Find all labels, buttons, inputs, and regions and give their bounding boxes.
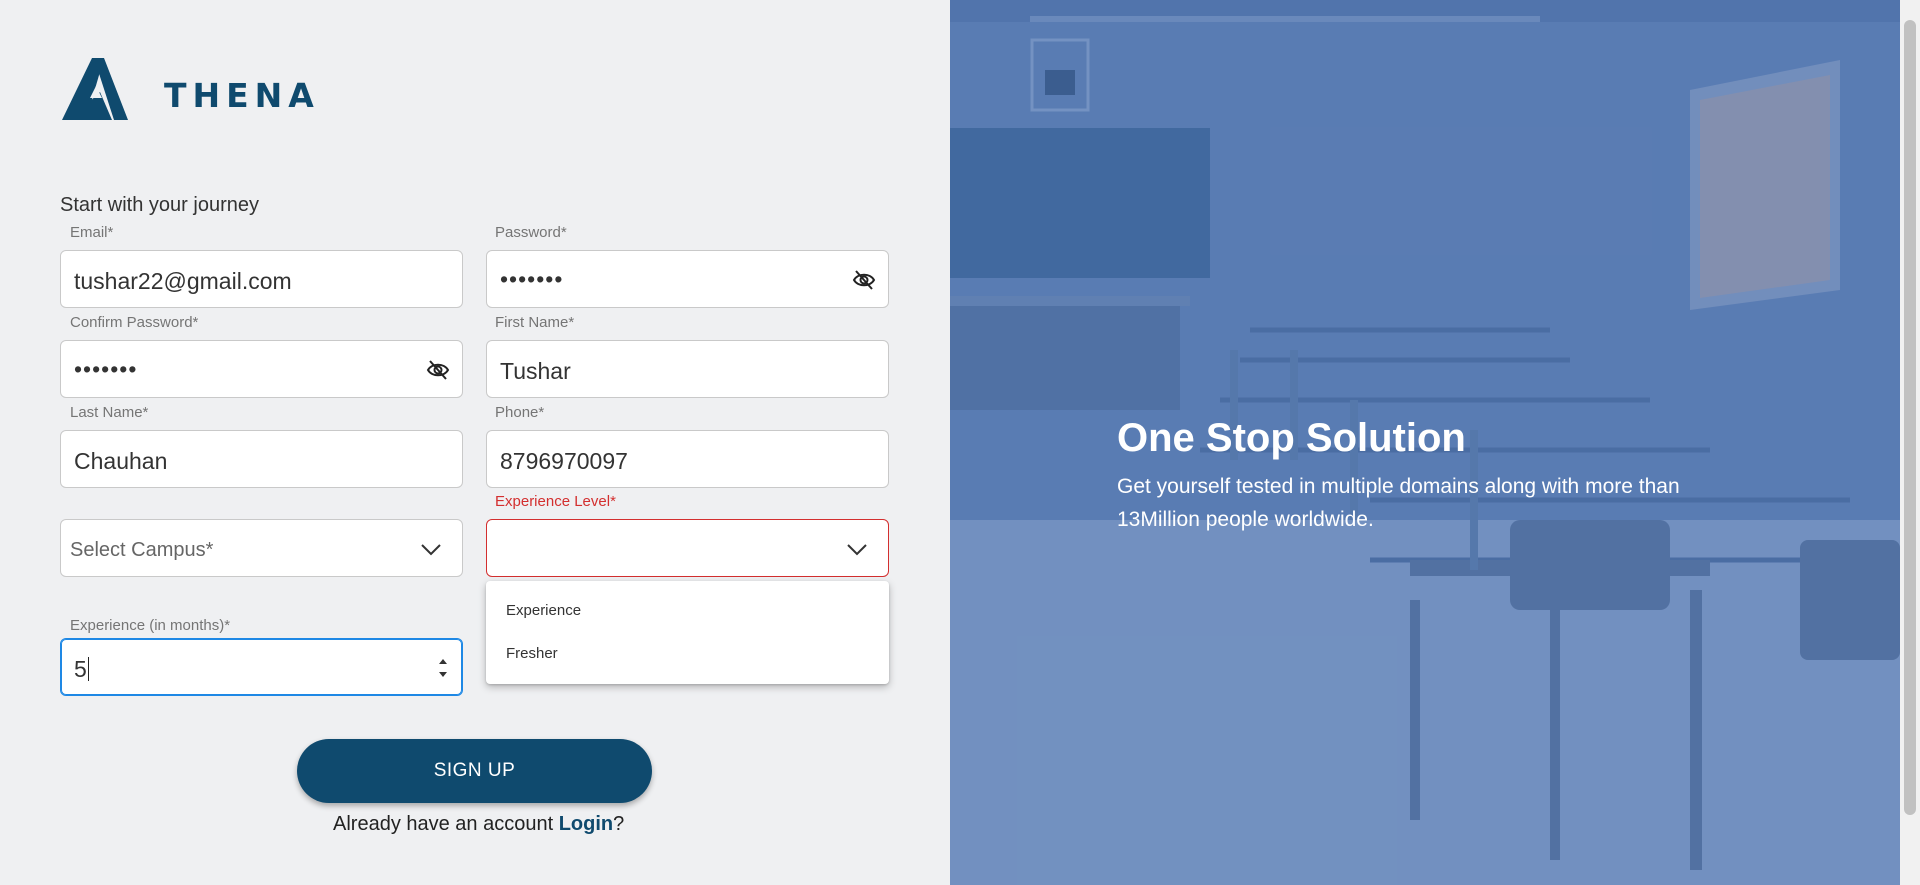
chevron-down-icon — [847, 544, 867, 556]
phone-value: 8796970097 — [500, 448, 628, 474]
phone-field[interactable]: 8796970097 — [486, 430, 889, 488]
experience-months-label: Experience (in months)* — [70, 617, 231, 634]
password-label: Password* — [495, 224, 567, 241]
email-value: tushar22@gmail.com — [74, 268, 292, 294]
hero-subtitle: Get yourself tested in multiple domains … — [1117, 475, 1680, 531]
menu-item-fresher[interactable]: Fresher — [506, 645, 558, 662]
page-scrollbar[interactable] — [1900, 0, 1920, 885]
eye-off-icon[interactable] — [852, 269, 876, 291]
last-name-value: Chauhan — [74, 448, 168, 474]
signup-panel: THENA Start with your journey Email* tus… — [0, 0, 950, 885]
first-name-value: Tushar — [500, 358, 571, 384]
last-name-field[interactable]: Chauhan — [60, 430, 463, 488]
campus-select[interactable]: Select Campus* — [60, 519, 463, 577]
logo-text: THENA — [164, 76, 320, 115]
eye-off-icon[interactable] — [426, 359, 450, 381]
hero-panel: One Stop Solution Get yourself tested in… — [950, 0, 1900, 885]
login-link[interactable]: Login — [559, 813, 613, 835]
password-value: ••••••• — [500, 266, 564, 292]
athena-logo-icon — [62, 58, 128, 120]
login-prompt-text: Already have an account — [333, 813, 559, 835]
confirm-password-field[interactable]: ••••••• — [60, 340, 463, 398]
confirm-password-value: ••••••• — [74, 356, 138, 382]
experience-level-select[interactable] — [486, 519, 889, 577]
chevron-down-icon — [421, 544, 441, 556]
experience-level-menu: Experience Fresher — [486, 581, 889, 684]
experience-months-input[interactable]: 5 — [60, 638, 463, 696]
athena-logo: THENA — [60, 58, 314, 122]
password-field[interactable]: ••••••• — [486, 250, 889, 308]
login-prompt: Already have an account Login? — [333, 813, 624, 836]
number-spinner-icon[interactable] — [438, 653, 448, 683]
confirm-password-label: Confirm Password* — [70, 314, 199, 331]
campus-placeholder: Select Campus* — [70, 539, 214, 561]
email-field[interactable]: tushar22@gmail.com — [60, 250, 463, 308]
experience-months-value: 5 — [74, 656, 89, 682]
signup-button[interactable]: SIGN UP — [297, 739, 652, 803]
first-name-label: First Name* — [495, 314, 575, 331]
experience-level-label: Experience Level* — [495, 493, 616, 510]
phone-label: Phone* — [495, 404, 545, 421]
last-name-label: Last Name* — [70, 404, 149, 421]
email-label: Email* — [70, 224, 114, 241]
hero-title: One Stop Solution — [1117, 416, 1466, 460]
form-heading: Start with your journey — [60, 194, 259, 216]
login-prompt-suffix: ? — [613, 813, 625, 835]
menu-item-experience[interactable]: Experience — [506, 602, 581, 619]
first-name-field[interactable]: Tushar — [486, 340, 889, 398]
scrollbar-thumb[interactable] — [1904, 20, 1916, 815]
